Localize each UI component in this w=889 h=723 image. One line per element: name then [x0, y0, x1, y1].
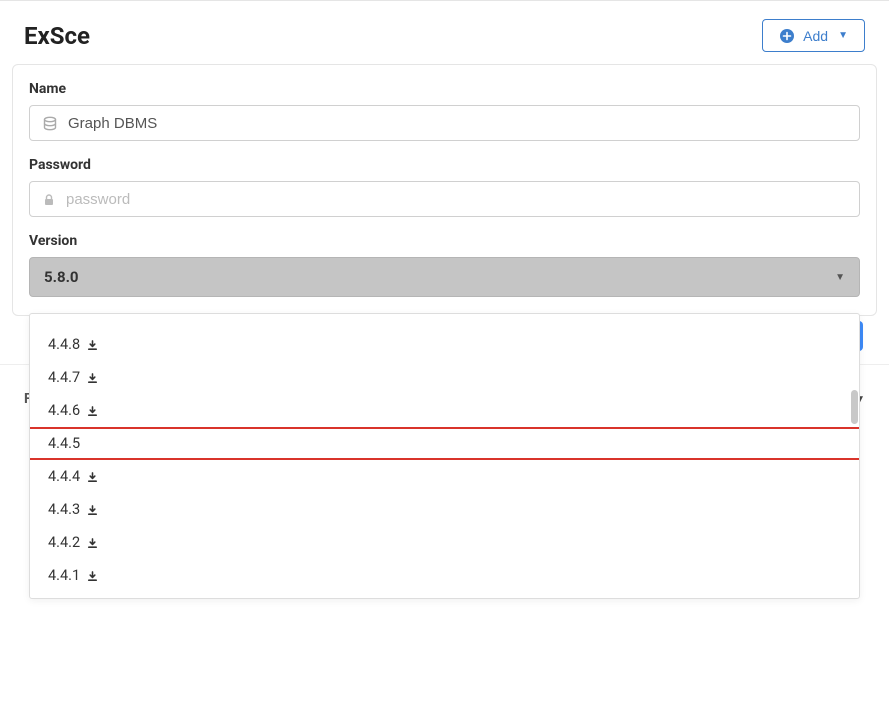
version-option[interactable]: 4.4.5 [29, 427, 860, 460]
version-option[interactable]: 4.4.4 [30, 460, 859, 493]
version-option-label: 4.4.8 [48, 336, 80, 353]
project-title: ExSce [24, 22, 90, 50]
version-option-label: 4.4.2 [48, 534, 80, 551]
version-label: Version [29, 233, 860, 249]
download-icon [86, 567, 99, 584]
name-field[interactable] [29, 105, 860, 141]
chevron-down-icon: ▼ [835, 272, 845, 283]
version-option-label: 4.4.5 [48, 435, 80, 452]
version-dropdown: 4.4.8 4.4.7 4.4.6 4.4.5 4.4.4 4.4.3 4.4.2 4.4.1 [29, 313, 860, 599]
download-icon [86, 468, 99, 485]
page-header: ExSce Add ▼ [0, 1, 889, 64]
version-option[interactable]: 4.4.2 [30, 526, 859, 559]
version-option-label: 4.4.7 [48, 369, 80, 386]
version-option-label: 4.4.1 [48, 567, 80, 584]
password-input[interactable] [66, 191, 847, 208]
password-field[interactable] [29, 181, 860, 217]
name-label: Name [29, 81, 860, 97]
download-icon [86, 336, 99, 353]
version-option[interactable]: 4.4.6 [30, 394, 859, 427]
version-option[interactable]: 4.4.3 [30, 493, 859, 526]
chevron-down-icon: ▼ [838, 30, 848, 41]
download-icon [86, 534, 99, 551]
password-label: Password [29, 157, 860, 173]
create-dbms-form: Name Password Version 5.8.0 ▼ 4.4.84.4.7… [12, 64, 877, 316]
download-icon [86, 402, 99, 419]
add-button[interactable]: Add ▼ [762, 19, 865, 52]
download-icon [86, 369, 99, 386]
plus-circle-icon [779, 27, 795, 44]
version-option-label: 4.4.6 [48, 402, 80, 419]
database-icon [42, 114, 58, 132]
add-button-label: Add [803, 28, 828, 44]
scrollbar-thumb[interactable] [851, 390, 858, 424]
lock-icon [42, 190, 56, 208]
version-option[interactable]: 4.4.7 [30, 361, 859, 394]
version-option[interactable]: 4.4.8 [30, 328, 859, 361]
version-option-label: 4.4.4 [48, 468, 80, 485]
version-option[interactable]: 4.4.1 [30, 559, 859, 592]
version-option-label: 4.4.3 [48, 501, 80, 518]
download-icon [86, 501, 99, 518]
version-selected-value: 5.8.0 [44, 268, 79, 286]
name-input[interactable] [68, 115, 847, 132]
version-select[interactable]: 5.8.0 ▼ [29, 257, 860, 297]
